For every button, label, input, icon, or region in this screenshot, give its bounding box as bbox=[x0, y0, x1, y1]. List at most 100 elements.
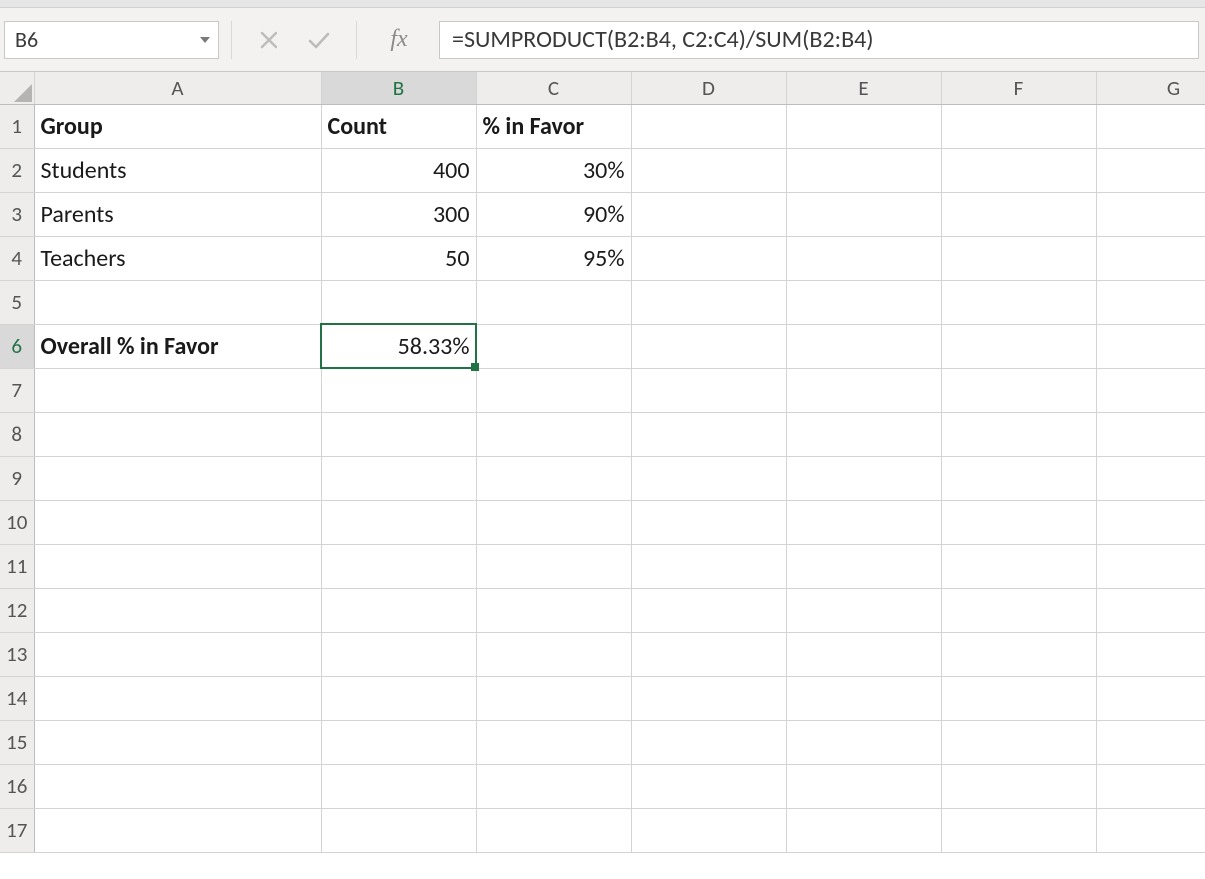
cell-G5[interactable] bbox=[1096, 280, 1205, 324]
chevron-down-icon[interactable] bbox=[200, 37, 210, 43]
cell-E6[interactable] bbox=[786, 324, 941, 368]
cell-F3[interactable] bbox=[941, 192, 1096, 236]
cell-B12[interactable] bbox=[321, 588, 476, 632]
cell-G8[interactable] bbox=[1096, 412, 1205, 456]
cell-G7[interactable] bbox=[1096, 368, 1205, 412]
cell-B17[interactable] bbox=[321, 808, 476, 852]
cell-G13[interactable] bbox=[1096, 632, 1205, 676]
row-header-5[interactable]: 5 bbox=[0, 280, 34, 324]
cell-D9[interactable] bbox=[631, 456, 786, 500]
cell-G2[interactable] bbox=[1096, 148, 1205, 192]
cell-F6[interactable] bbox=[941, 324, 1096, 368]
cell-B3[interactable]: 300 bbox=[321, 192, 476, 236]
column-header-G[interactable]: G bbox=[1096, 72, 1205, 104]
cell-C11[interactable] bbox=[476, 544, 631, 588]
cell-B14[interactable] bbox=[321, 676, 476, 720]
cell-D7[interactable] bbox=[631, 368, 786, 412]
column-header-E[interactable]: E bbox=[786, 72, 941, 104]
cell-F12[interactable] bbox=[941, 588, 1096, 632]
cell-F1[interactable] bbox=[941, 104, 1096, 148]
cell-E4[interactable] bbox=[786, 236, 941, 280]
cell-B9[interactable] bbox=[321, 456, 476, 500]
cell-E12[interactable] bbox=[786, 588, 941, 632]
cell-C12[interactable] bbox=[476, 588, 631, 632]
cell-F2[interactable] bbox=[941, 148, 1096, 192]
row-header-10[interactable]: 10 bbox=[0, 500, 34, 544]
cell-F17[interactable] bbox=[941, 808, 1096, 852]
cell-D2[interactable] bbox=[631, 148, 786, 192]
cell-E10[interactable] bbox=[786, 500, 941, 544]
row-header-7[interactable]: 7 bbox=[0, 368, 34, 412]
cell-E5[interactable] bbox=[786, 280, 941, 324]
cell-B8[interactable] bbox=[321, 412, 476, 456]
cell-G3[interactable] bbox=[1096, 192, 1205, 236]
cell-E3[interactable] bbox=[786, 192, 941, 236]
cell-D5[interactable] bbox=[631, 280, 786, 324]
cell-D10[interactable] bbox=[631, 500, 786, 544]
cell-F4[interactable] bbox=[941, 236, 1096, 280]
cell-G14[interactable] bbox=[1096, 676, 1205, 720]
cell-A9[interactable] bbox=[34, 456, 321, 500]
cell-F16[interactable] bbox=[941, 764, 1096, 808]
cell-B15[interactable] bbox=[321, 720, 476, 764]
cell-G17[interactable] bbox=[1096, 808, 1205, 852]
cell-E8[interactable] bbox=[786, 412, 941, 456]
cell-G16[interactable] bbox=[1096, 764, 1205, 808]
row-header-8[interactable]: 8 bbox=[0, 412, 34, 456]
cell-F7[interactable] bbox=[941, 368, 1096, 412]
cell-A8[interactable] bbox=[34, 412, 321, 456]
cell-B1[interactable]: Count bbox=[321, 104, 476, 148]
cell-E1[interactable] bbox=[786, 104, 941, 148]
cell-F11[interactable] bbox=[941, 544, 1096, 588]
row-header-9[interactable]: 9 bbox=[0, 456, 34, 500]
column-header-B[interactable]: B bbox=[321, 72, 476, 104]
cell-A11[interactable] bbox=[34, 544, 321, 588]
cell-G10[interactable] bbox=[1096, 500, 1205, 544]
row-header-17[interactable]: 17 bbox=[0, 808, 34, 852]
cell-A7[interactable] bbox=[34, 368, 321, 412]
cell-A1[interactable]: Group bbox=[34, 104, 321, 148]
cell-D15[interactable] bbox=[631, 720, 786, 764]
cell-B13[interactable] bbox=[321, 632, 476, 676]
cell-D16[interactable] bbox=[631, 764, 786, 808]
cell-A6[interactable]: Overall % in Favor bbox=[34, 324, 321, 368]
cell-C8[interactable] bbox=[476, 412, 631, 456]
cell-A5[interactable] bbox=[34, 280, 321, 324]
cell-E13[interactable] bbox=[786, 632, 941, 676]
cell-D17[interactable] bbox=[631, 808, 786, 852]
cell-C16[interactable] bbox=[476, 764, 631, 808]
cell-C1[interactable]: % in Favor bbox=[476, 104, 631, 148]
cell-E9[interactable] bbox=[786, 456, 941, 500]
cell-F5[interactable] bbox=[941, 280, 1096, 324]
cell-B10[interactable] bbox=[321, 500, 476, 544]
cell-A2[interactable]: Students bbox=[34, 148, 321, 192]
cell-D3[interactable] bbox=[631, 192, 786, 236]
row-header-3[interactable]: 3 bbox=[0, 192, 34, 236]
row-header-4[interactable]: 4 bbox=[0, 236, 34, 280]
name-box[interactable]: B6 bbox=[4, 21, 219, 59]
cell-B16[interactable] bbox=[321, 764, 476, 808]
cell-D12[interactable] bbox=[631, 588, 786, 632]
cell-A14[interactable] bbox=[34, 676, 321, 720]
cell-F15[interactable] bbox=[941, 720, 1096, 764]
row-header-14[interactable]: 14 bbox=[0, 676, 34, 720]
insert-function-icon[interactable]: fx bbox=[369, 26, 429, 53]
cell-D13[interactable] bbox=[631, 632, 786, 676]
cell-G6[interactable] bbox=[1096, 324, 1205, 368]
cell-E16[interactable] bbox=[786, 764, 941, 808]
cell-A17[interactable] bbox=[34, 808, 321, 852]
cell-C6[interactable] bbox=[476, 324, 631, 368]
cell-E11[interactable] bbox=[786, 544, 941, 588]
cell-B4[interactable]: 50 bbox=[321, 236, 476, 280]
cell-C5[interactable] bbox=[476, 280, 631, 324]
cell-A10[interactable] bbox=[34, 500, 321, 544]
cell-C15[interactable] bbox=[476, 720, 631, 764]
cell-E15[interactable] bbox=[786, 720, 941, 764]
cell-C10[interactable] bbox=[476, 500, 631, 544]
cell-G11[interactable] bbox=[1096, 544, 1205, 588]
cell-A12[interactable] bbox=[34, 588, 321, 632]
row-header-16[interactable]: 16 bbox=[0, 764, 34, 808]
cell-C2[interactable]: 30% bbox=[476, 148, 631, 192]
cell-A15[interactable] bbox=[34, 720, 321, 764]
cell-B6[interactable]: 58.33% bbox=[321, 324, 476, 368]
